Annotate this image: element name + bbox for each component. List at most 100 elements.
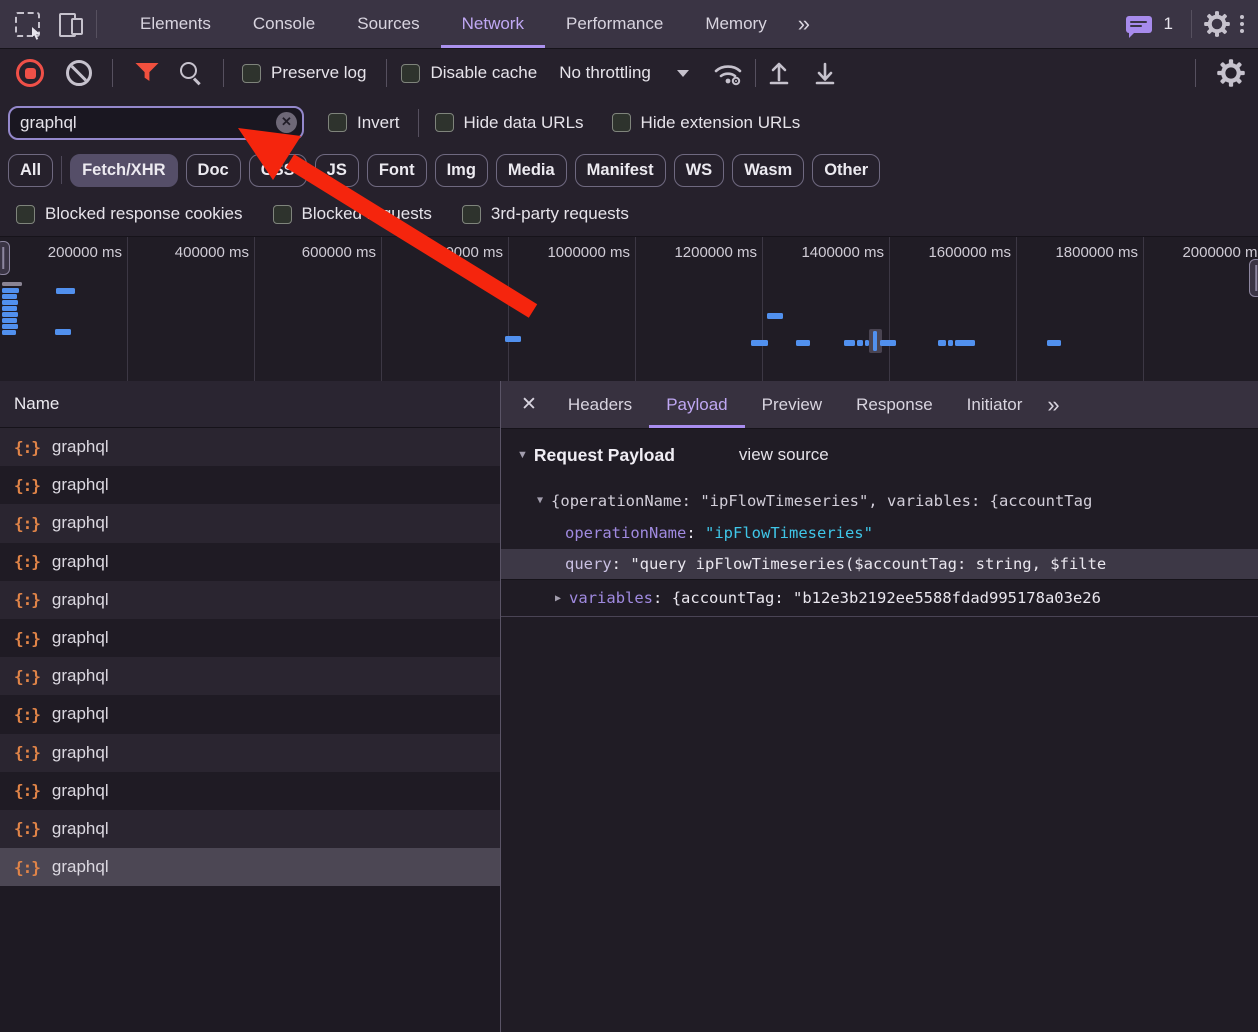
invert-toggle[interactable]: Invert — [328, 113, 400, 133]
detail-tab-response[interactable]: Response — [839, 381, 950, 428]
preserve-log-checkbox[interactable] — [242, 64, 261, 83]
chip-wasm[interactable]: Wasm — [732, 154, 804, 187]
third-party-requests-toggle[interactable]: 3rd-party requests — [462, 204, 629, 224]
table-row[interactable]: {:}graphql — [0, 734, 500, 772]
devtools-window: ElementsConsoleSourcesNetworkPerformance… — [0, 0, 1258, 1032]
blocked-response-cookies-toggle[interactable]: Blocked response cookies — [16, 204, 243, 224]
chip-doc[interactable]: Doc — [186, 154, 241, 187]
issues-button[interactable] — [1122, 7, 1156, 41]
chip-manifest[interactable]: Manifest — [575, 154, 666, 187]
import-har-button[interactable] — [762, 56, 796, 90]
request-name: graphql — [52, 552, 109, 572]
payload-preview-row[interactable]: ▼ {operationName: "ipFlowTimeseries", va… — [501, 485, 1258, 516]
table-row[interactable]: {:}graphql — [0, 504, 500, 542]
table-row[interactable]: {:} graphql — [0, 695, 500, 733]
throttling-select[interactable]: No throttling — [559, 63, 689, 83]
timeline-tick-label: 800000 ms — [379, 244, 503, 261]
hide-extension-urls-toggle[interactable]: Hide extension URLs — [612, 113, 801, 133]
network-overview-timeline[interactable]: 200000 ms400000 ms600000 ms800000 ms1000… — [0, 236, 1258, 382]
fetch-json-icon: {:} — [14, 514, 40, 533]
search-icon[interactable] — [179, 61, 203, 85]
chip-fetch-xhr[interactable]: Fetch/XHR — [70, 154, 177, 187]
expand-triangle-icon[interactable]: ▶ — [555, 593, 561, 604]
blocked-response-cookies-checkbox[interactable] — [16, 205, 35, 224]
disable-cache-checkbox[interactable] — [401, 64, 420, 83]
filter-icon[interactable] — [135, 63, 159, 84]
detail-tab-initiator[interactable]: Initiator — [950, 381, 1040, 428]
tab-elements[interactable]: Elements — [119, 0, 232, 48]
table-row[interactable]: {:}graphql — [0, 619, 500, 657]
waterfall-bar — [2, 282, 22, 286]
disable-cache-toggle[interactable]: Disable cache — [401, 63, 537, 83]
collapse-triangle-icon[interactable]: ▼ — [517, 449, 528, 461]
download-icon — [813, 60, 837, 86]
chip-media[interactable]: Media — [496, 154, 567, 187]
chip-img[interactable]: Img — [435, 154, 488, 187]
device-toolbar-button[interactable] — [54, 7, 88, 41]
collapse-triangle-icon[interactable]: ▼ — [537, 495, 543, 506]
table-row[interactable]: {:}graphql — [0, 772, 500, 810]
chip-font[interactable]: Font — [367, 154, 427, 187]
chip-js[interactable]: JS — [315, 154, 359, 187]
network-settings-button[interactable] — [1214, 56, 1248, 90]
payload-row-query-selected[interactable]: query: "query ipFlowTimeseries($accountT… — [501, 549, 1258, 580]
third-party-requests-checkbox[interactable] — [462, 205, 481, 224]
waterfall-bar — [948, 340, 953, 346]
table-row[interactable]: {:}graphql — [0, 657, 500, 695]
network-toolbar: Preserve log Disable cache No throttling — [0, 49, 1258, 97]
fetch-json-icon: {:} — [14, 705, 40, 724]
table-row[interactable]: {:}graphql — [0, 848, 500, 886]
chip-css[interactable]: CSS — [249, 154, 307, 187]
table-row[interactable]: {:}graphql — [0, 428, 500, 466]
waterfall-bar — [880, 340, 896, 346]
chip-all[interactable]: All — [8, 154, 53, 187]
tab-network[interactable]: Network — [441, 0, 545, 48]
preserve-log-toggle[interactable]: Preserve log — [242, 63, 366, 83]
inspect-element-button[interactable] — [10, 7, 44, 41]
hide-data-urls-toggle[interactable]: Hide data URLs — [435, 113, 584, 133]
chip-ws[interactable]: WS — [674, 154, 725, 187]
hide-extension-urls-checkbox[interactable] — [612, 113, 631, 132]
request-name: graphql — [52, 704, 109, 724]
detail-tab-payload[interactable]: Payload — [649, 381, 744, 428]
filter-input[interactable] — [8, 106, 304, 140]
chip-other[interactable]: Other — [812, 154, 880, 187]
more-options-icon[interactable] — [1234, 15, 1258, 33]
tab-performance[interactable]: Performance — [545, 0, 684, 48]
network-conditions-button[interactable] — [711, 56, 745, 90]
name-column-header[interactable]: Name — [0, 381, 500, 428]
waterfall-bar — [2, 288, 19, 293]
request-name: graphql — [52, 590, 109, 610]
table-row[interactable]: {:}graphql — [0, 581, 500, 619]
invert-checkbox[interactable] — [328, 113, 347, 132]
tab-memory[interactable]: Memory — [684, 0, 787, 48]
detail-tab-headers[interactable]: Headers — [551, 381, 649, 428]
blocked-requests-toggle[interactable]: Blocked requests — [273, 204, 432, 224]
detail-tab-preview[interactable]: Preview — [745, 381, 839, 428]
hide-extension-urls-label: Hide extension URLs — [641, 113, 801, 133]
payload-row-variables[interactable]: ▶ variables: {accountTag: "b12e3b2192ee5… — [501, 580, 1258, 617]
table-row[interactable]: {:}graphql — [0, 810, 500, 848]
overview-right-handle[interactable] — [1249, 259, 1258, 297]
clear-filter-button[interactable]: ✕ — [276, 112, 297, 133]
more-detail-tabs-icon[interactable]: » — [1039, 392, 1065, 418]
hide-data-urls-checkbox[interactable] — [435, 113, 454, 132]
pane-resizer[interactable] — [500, 381, 501, 1032]
waterfall-bar — [1047, 340, 1061, 346]
payload-row-operation-name[interactable]: operationName: "ipFlowTimeseries" — [501, 517, 1258, 548]
divider — [418, 109, 419, 137]
close-details-button[interactable]: ✕ — [501, 393, 551, 416]
blocked-requests-checkbox[interactable] — [273, 205, 292, 224]
table-row[interactable]: {:}graphql — [0, 543, 500, 581]
record-network-log-button[interactable] — [16, 59, 44, 87]
blocked-requests-label: Blocked requests — [302, 204, 432, 224]
tab-sources[interactable]: Sources — [336, 0, 440, 48]
settings-button[interactable] — [1200, 7, 1234, 41]
payload-key: variables — [569, 589, 653, 607]
tab-console[interactable]: Console — [232, 0, 336, 48]
export-har-button[interactable] — [808, 56, 842, 90]
clear-network-log-button[interactable] — [66, 60, 92, 86]
table-row[interactable]: {:}graphql — [0, 466, 500, 504]
more-panels-icon[interactable]: » — [788, 11, 818, 37]
view-source-link[interactable]: view source — [739, 445, 829, 465]
